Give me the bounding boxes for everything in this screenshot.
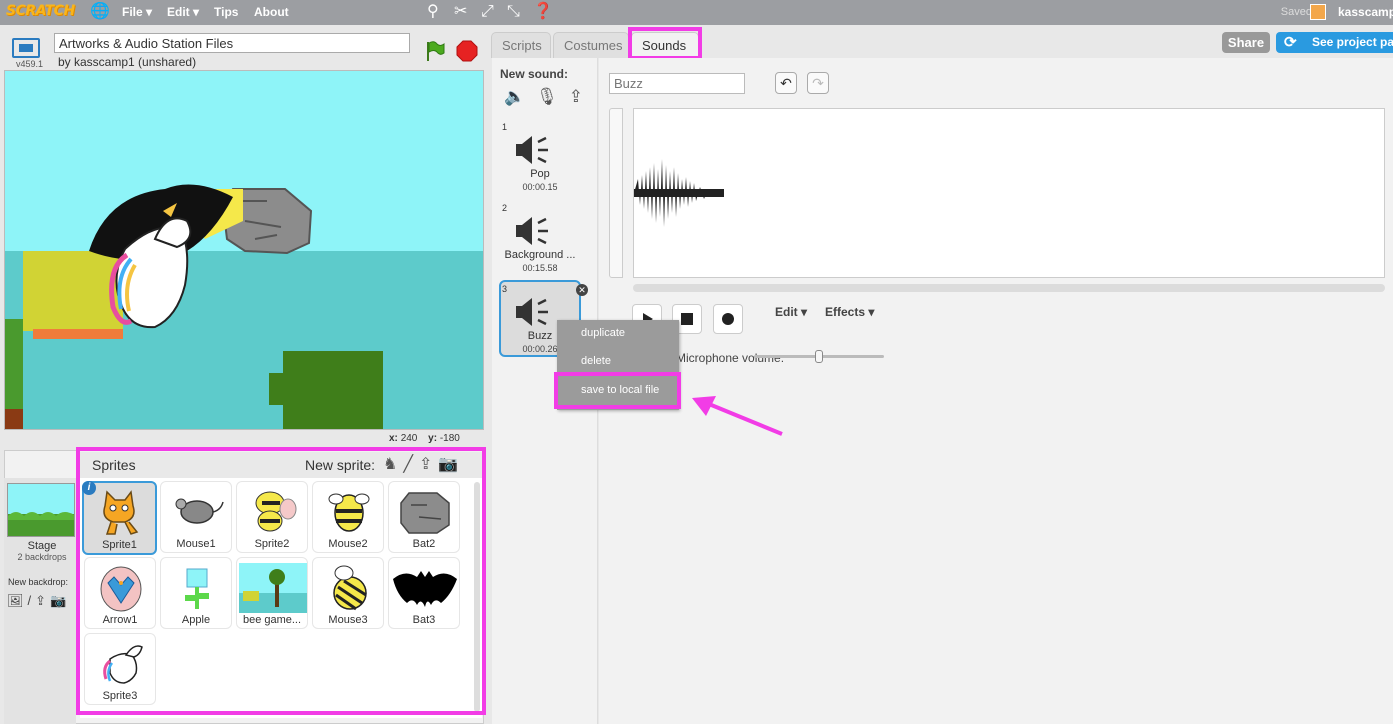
shrink-icon[interactable]: ⤡ [507,3,520,21]
paint-brush-icon[interactable]: / [28,593,32,609]
context-delete[interactable]: delete [581,355,611,367]
project-title-input[interactable] [54,33,410,53]
grow-icon[interactable]: ⤢ [481,3,494,21]
record-button[interactable] [713,304,743,334]
sound-name-input[interactable] [609,73,745,94]
delete-sound-icon[interactable]: ✕ [576,284,588,296]
saved-status: Saved [1280,6,1312,18]
stage-label: Stage [27,540,57,552]
x-label: x: [389,433,398,444]
camera-icon[interactable]: 📷 [50,593,66,609]
stage-canvas[interactable] [4,70,484,430]
tab-scripts[interactable]: Scripts [491,32,551,58]
sound-duration: 00:15.58 [522,263,558,273]
mouse-coordinates: x: 240 y: -180 [389,433,460,444]
stop-sign-icon[interactable] [456,40,478,62]
refresh-icon: ⟳ [1284,34,1297,51]
sprites-highlight-box [76,447,486,715]
microphone-icon[interactable]: 🎙 [536,87,558,107]
waveform-graphic [634,159,724,227]
menu-tips[interactable]: Tips [214,5,238,19]
stage-thumbnail[interactable] [7,483,75,537]
username[interactable]: kasscamp [1338,5,1393,19]
annotation-arrow [692,396,783,436]
duplicate-stamp-icon[interactable]: ⚲ [427,3,439,21]
scratch-logo[interactable]: SCRATCH [6,3,75,19]
sound-duration: 00:00.15 [522,182,558,192]
microphone-volume-slider-thumb[interactable] [815,350,823,363]
x-value: 240 [400,433,418,444]
sound-number: 1 [502,122,508,132]
microphone-volume-label: Microphone volume: [676,351,785,365]
new-sound-icons: 🔈 🎙 ⇪ [504,87,583,107]
menu-file[interactable]: File ▾ [122,5,152,19]
project-byline: by kasscamp1 (unshared) [58,55,197,69]
y-label: y: [428,433,438,444]
speaker-icon [516,217,548,245]
see-project-page-button[interactable]: ⟳ See project page [1276,32,1393,53]
edit-menu[interactable]: Edit ▾ [775,305,807,319]
sound-library-icon[interactable]: 🔈 [504,87,525,107]
share-button[interactable]: Share [1222,32,1270,53]
new-backdrop-label: New backdrop: [8,577,69,587]
speaker-icon [516,136,548,164]
sound-name: Pop [530,168,550,180]
undo-icon[interactable]: ↶ [775,72,797,94]
waveform-scrollbar[interactable] [633,284,1385,292]
see-project-label: See project page [1312,35,1393,49]
green-flag-icon[interactable] [424,40,446,62]
y-value: -180 [439,433,460,444]
stage-backdrop-count: 2 backdrops [17,552,67,562]
upload-icon[interactable]: ⇪ [35,593,46,609]
top-menu-bar [0,0,1393,25]
presentation-mode-button[interactable] [12,38,40,58]
sound-name: Background ... [504,249,576,261]
stage-scene [5,184,483,429]
tab-costumes[interactable]: Costumes [553,32,629,58]
waveform-display[interactable] [633,108,1385,278]
upload-icon[interactable]: ⇪ [569,87,583,107]
version-label: v459.1 [16,59,44,69]
new-backdrop-icons: 🖼 / ⇪ 📷 [7,593,66,609]
sounds-tab-highlight-box [628,27,702,60]
sound-number: 3 [502,284,508,294]
context-duplicate[interactable]: duplicate [581,327,625,339]
new-sound-label: New sound: [500,67,568,81]
help-icon[interactable]: ❓ [533,3,553,21]
waveform-left-handle[interactable] [609,108,623,278]
save-option-highlight-box [554,372,681,409]
stage-thumbnail-image [8,512,74,536]
menu-about[interactable]: About [254,5,289,19]
speaker-icon [516,298,548,326]
redo-icon[interactable]: ↷ [807,72,829,94]
user-avatar-icon[interactable] [1310,4,1326,20]
sound-number: 2 [502,203,508,213]
globe-icon[interactable]: 🌐 [90,3,110,21]
record-icon [722,313,734,325]
menu-edit[interactable]: Edit ▾ [167,5,199,19]
cut-scissors-icon[interactable]: ✂ [454,3,467,21]
backdrop-library-icon[interactable]: 🖼 [7,593,24,609]
effects-menu[interactable]: Effects ▾ [825,305,874,319]
